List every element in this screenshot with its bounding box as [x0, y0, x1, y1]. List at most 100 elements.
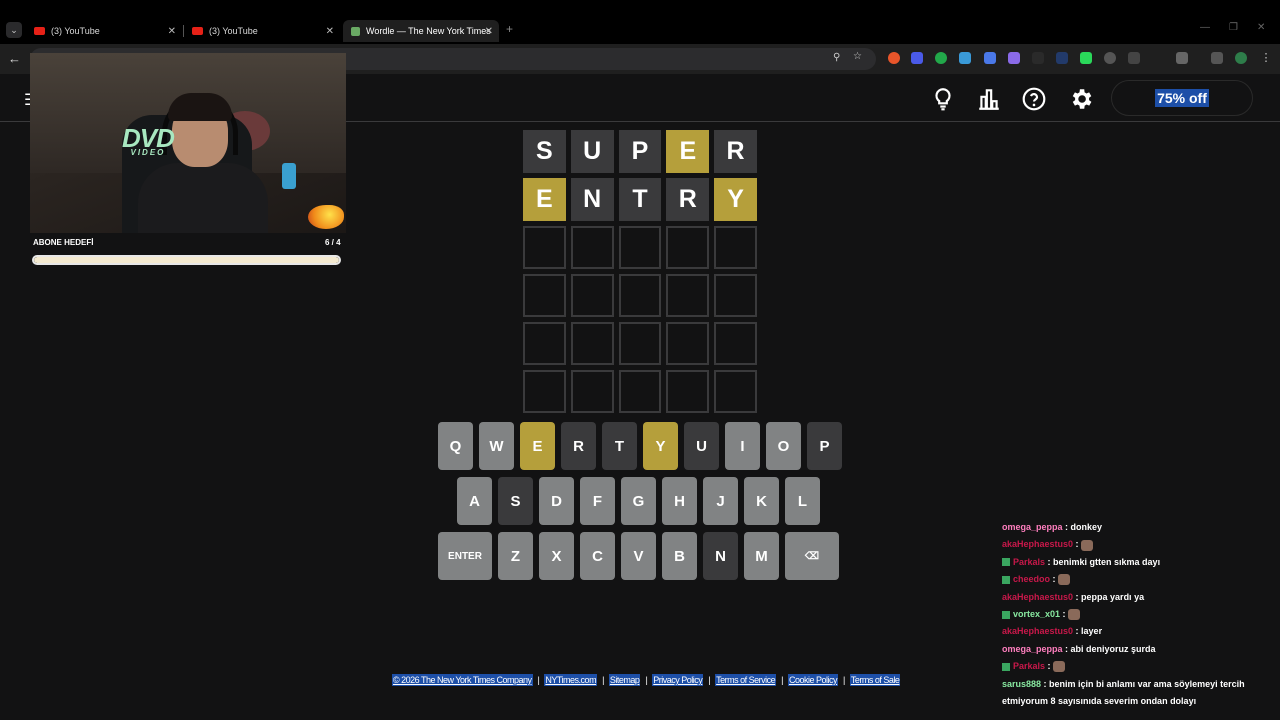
key-z[interactable]: Z — [498, 532, 533, 580]
chat-text: benimki gtten sıkma dayı — [1053, 556, 1161, 567]
key-j[interactable]: J — [703, 477, 738, 525]
subscriber-goal-label: ABONE HEDEFİ — [33, 238, 94, 247]
key-f[interactable]: F — [580, 477, 615, 525]
extension-icon[interactable] — [959, 52, 971, 64]
statistics-icon[interactable] — [976, 86, 1002, 112]
key-d[interactable]: D — [539, 477, 574, 525]
tab-search-button[interactable]: ⌄ — [6, 22, 22, 38]
tile — [666, 322, 710, 365]
tile: P — [618, 130, 662, 173]
key-g[interactable]: G — [621, 477, 656, 525]
footer-link[interactable]: © 2026 The New York Times Company — [392, 674, 533, 686]
key-o[interactable]: O — [766, 422, 801, 470]
chat-message: vortex_x01 : — [1002, 606, 1272, 623]
enter-key[interactable]: ENTER — [438, 532, 492, 580]
footer-link[interactable]: Terms of Sale — [849, 674, 901, 686]
key-q[interactable]: Q — [438, 422, 473, 470]
settings-gear-icon[interactable] — [1068, 86, 1094, 112]
back-arrow-icon[interactable]: ← — [8, 51, 21, 66]
chat-overlay: omega_peppa : donkey akaHephaestus0 : Par… — [1002, 519, 1272, 710]
tab-wordle[interactable]: Wordle — The New York Times ✕ — [343, 20, 499, 42]
tab-youtube-2[interactable]: (3) YouTube ✕ — [184, 20, 340, 42]
key-p[interactable]: P — [807, 422, 842, 470]
extension-icon[interactable] — [1128, 52, 1140, 64]
media-icon[interactable] — [1211, 52, 1223, 64]
footer-link[interactable]: Cookie Policy — [788, 674, 839, 686]
tile — [618, 370, 662, 413]
chat-message: cheedoo : — [1002, 571, 1272, 588]
footer-link[interactable]: NYTimes.com — [544, 674, 598, 686]
extension-icon[interactable] — [1008, 52, 1020, 64]
key-l[interactable]: L — [785, 477, 820, 525]
chat-separator: : — [1062, 522, 1071, 532]
board-row — [523, 322, 757, 365]
chat-text: peppa yardı ya — [1081, 591, 1145, 602]
tile — [714, 322, 757, 365]
extension-icon[interactable] — [1032, 52, 1044, 64]
extension-icon[interactable] — [1080, 52, 1092, 64]
help-icon[interactable] — [1021, 86, 1047, 112]
key-i[interactable]: I — [725, 422, 760, 470]
key-r[interactable]: R — [561, 422, 596, 470]
zoom-icon[interactable]: ⚲ — [833, 52, 840, 63]
hint-lightbulb-icon[interactable] — [930, 86, 956, 112]
tile — [618, 274, 662, 317]
bookmark-star-icon[interactable]: ☆ — [853, 51, 862, 62]
tab-youtube-1[interactable]: (3) YouTube ✕ — [26, 20, 182, 42]
footer-separator: | — [602, 675, 604, 685]
chat-message: akaHephaestus0 : layer — [1002, 623, 1272, 640]
footer-link[interactable]: Privacy Policy — [652, 674, 704, 686]
minimize-icon[interactable]: — — [1200, 22, 1210, 33]
chat-username: Parkals — [1013, 661, 1046, 672]
restore-icon[interactable]: ❐ — [1229, 22, 1238, 33]
extensions-puzzle-icon[interactable] — [1176, 52, 1188, 64]
key-n[interactable]: N — [703, 532, 738, 580]
tile — [666, 226, 710, 269]
chat-message: omega_peppa : abi deniyoruz şurda — [1002, 641, 1272, 658]
close-window-icon[interactable]: ✕ — [1257, 22, 1265, 33]
tile — [618, 226, 662, 269]
key-k[interactable]: K — [744, 477, 779, 525]
chat-separator: : — [1073, 591, 1082, 602]
key-e[interactable]: E — [520, 422, 555, 470]
new-tab-button[interactable]: + — [506, 22, 513, 36]
key-m[interactable]: M — [744, 532, 779, 580]
backspace-key[interactable]: ⌫ — [785, 532, 839, 580]
footer-link[interactable]: Terms of Service — [715, 674, 777, 686]
subscriber-goal-count: 6 / 4 — [325, 238, 341, 247]
chat-message: akaHephaestus0 : — [1002, 536, 1272, 553]
tab-close-icon[interactable]: ✕ — [326, 26, 334, 37]
chat-text: abi deniyoruz şurda — [1070, 643, 1156, 654]
chat-separator: : — [1045, 661, 1054, 672]
key-w[interactable]: W — [479, 422, 514, 470]
key-b[interactable]: B — [662, 532, 697, 580]
chat-separator: : — [1041, 678, 1050, 689]
browser-menu-icon[interactable]: ⋮ — [1260, 52, 1272, 64]
key-y[interactable]: Y — [643, 422, 678, 470]
key-h[interactable]: H — [662, 477, 697, 525]
key-u[interactable]: U — [684, 422, 719, 470]
chat-username: vortex_x01 — [1013, 609, 1061, 620]
extension-icon[interactable] — [1104, 52, 1116, 64]
tile: S — [523, 130, 566, 173]
tab-close-icon[interactable]: ✕ — [168, 26, 176, 37]
tile — [570, 322, 614, 365]
extension-icon[interactable] — [984, 52, 996, 64]
key-c[interactable]: C — [580, 532, 615, 580]
extension-icon[interactable] — [1056, 52, 1068, 64]
footer-separator: | — [781, 675, 784, 685]
extension-icon[interactable] — [911, 52, 923, 64]
profile-avatar[interactable] — [1235, 52, 1247, 64]
key-x[interactable]: X — [539, 532, 574, 580]
key-a[interactable]: A — [457, 477, 492, 525]
extension-icon[interactable] — [888, 52, 900, 64]
footer-separator: | — [708, 675, 711, 685]
extension-icon[interactable] — [935, 52, 947, 64]
key-s[interactable]: S — [498, 477, 533, 525]
tile — [714, 370, 757, 413]
key-t[interactable]: T — [602, 422, 637, 470]
tab-close-icon[interactable]: ✕ — [485, 26, 493, 37]
footer-link[interactable]: Sitemap — [608, 674, 641, 686]
subscribe-offer-button[interactable]: 75% off — [1111, 80, 1253, 116]
key-v[interactable]: V — [621, 532, 656, 580]
